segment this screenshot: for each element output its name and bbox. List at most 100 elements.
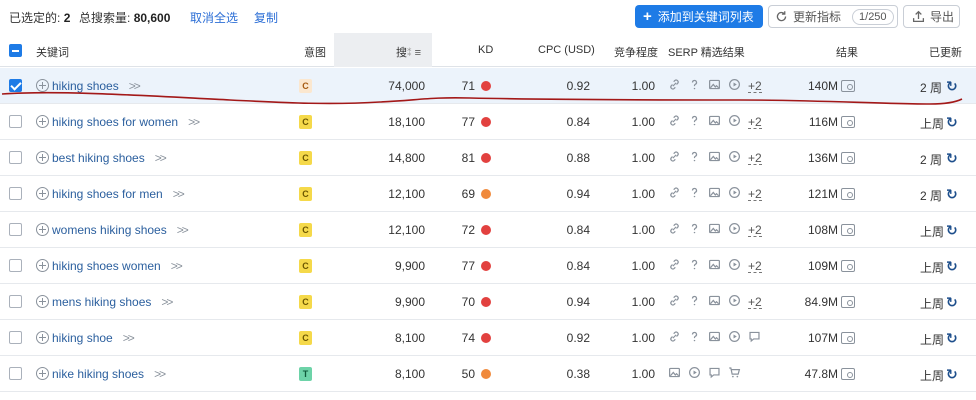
refresh-row-icon[interactable]: ↻ <box>946 114 958 131</box>
add-keyword-plus-icon[interactable] <box>36 79 49 92</box>
serp-question-icon[interactable] <box>688 186 701 202</box>
serp-more-link[interactable]: +2 <box>748 224 762 237</box>
keyword-link[interactable]: hiking shoe >> <box>52 331 135 345</box>
serp-question-icon[interactable] <box>688 258 701 274</box>
table-row[interactable]: best hiking shoes >> C 14,800 81 0.88 1.0… <box>0 140 976 176</box>
keyword-chevron-icon[interactable]: >> <box>154 367 166 381</box>
keyword-link[interactable]: nike hiking shoes >> <box>52 367 166 381</box>
serp-image-icon[interactable] <box>708 258 721 274</box>
serp-cart-icon[interactable] <box>728 366 741 382</box>
serp-question-icon[interactable] <box>688 330 701 346</box>
keyword-link[interactable]: mens hiking shoes >> <box>52 295 173 309</box>
refresh-row-icon[interactable]: ↻ <box>946 78 958 95</box>
keyword-link[interactable]: hiking shoes for women >> <box>52 115 200 129</box>
serp-review-icon[interactable] <box>748 330 761 346</box>
serp-link-icon[interactable] <box>668 150 681 166</box>
header-competition[interactable]: 竞争程度 <box>614 44 658 60</box>
serp-image-icon[interactable] <box>708 150 721 166</box>
serp-image-icon[interactable] <box>708 78 721 94</box>
serp-image-icon[interactable] <box>708 294 721 310</box>
header-kd[interactable]: KD <box>478 44 493 56</box>
serp-link-icon[interactable] <box>668 294 681 310</box>
serp-video-icon[interactable] <box>728 186 741 202</box>
view-serp-icon[interactable] <box>841 152 855 164</box>
keyword-chevron-icon[interactable]: >> <box>161 295 173 309</box>
refresh-metrics-button[interactable]: 更新指标 1/250 <box>768 5 898 28</box>
serp-link-icon[interactable] <box>668 78 681 94</box>
row-checkbox[interactable] <box>9 187 22 200</box>
table-row[interactable]: nike hiking shoes >> T 8,100 50 0.38 1.00… <box>0 356 976 392</box>
add-keyword-plus-icon[interactable] <box>36 115 49 128</box>
table-row[interactable]: womens hiking shoes >> C 12,100 72 0.84 1… <box>0 212 976 248</box>
keyword-chevron-icon[interactable]: >> <box>129 79 141 93</box>
row-checkbox[interactable] <box>9 115 22 128</box>
serp-video-icon[interactable] <box>728 258 741 274</box>
header-intent[interactable]: 意图 <box>304 44 326 60</box>
keyword-chevron-icon[interactable]: >> <box>177 223 189 237</box>
keyword-chevron-icon[interactable]: >> <box>173 187 185 201</box>
table-row[interactable]: hiking shoe >> C 8,100 74 0.92 1.00 107M … <box>0 320 976 356</box>
serp-video-icon[interactable] <box>728 330 741 346</box>
serp-more-link[interactable]: +2 <box>748 152 762 165</box>
deselect-all-link[interactable]: 取消全选 <box>190 9 238 26</box>
add-keyword-plus-icon[interactable] <box>36 331 49 344</box>
keyword-link[interactable]: best hiking shoes >> <box>52 151 167 165</box>
serp-more-link[interactable]: +2 <box>748 188 762 201</box>
serp-image-icon[interactable] <box>708 114 721 130</box>
row-checkbox[interactable] <box>9 295 22 308</box>
header-keyword[interactable]: 关键词 <box>36 44 69 60</box>
keyword-chevron-icon[interactable]: >> <box>188 115 200 129</box>
add-keyword-plus-icon[interactable] <box>36 295 49 308</box>
serp-more-link[interactable]: +2 <box>748 116 762 129</box>
serp-link-icon[interactable] <box>668 330 681 346</box>
serp-video-icon[interactable] <box>728 150 741 166</box>
serp-link-icon[interactable] <box>668 186 681 202</box>
view-serp-icon[interactable] <box>841 368 855 380</box>
serp-video-icon[interactable] <box>728 78 741 94</box>
add-keyword-plus-icon[interactable] <box>36 187 49 200</box>
refresh-row-icon[interactable]: ↻ <box>946 186 958 203</box>
keyword-chevron-icon[interactable]: >> <box>155 151 167 165</box>
table-row[interactable]: hiking shoes for men >> C 12,100 69 0.94 … <box>0 176 976 212</box>
keyword-link[interactable]: hiking shoes women >> <box>52 259 183 273</box>
serp-image-icon[interactable] <box>708 330 721 346</box>
serp-more-link[interactable]: +2 <box>748 260 762 273</box>
view-serp-icon[interactable] <box>841 296 855 308</box>
view-serp-icon[interactable] <box>841 332 855 344</box>
row-checkbox[interactable] <box>9 151 22 164</box>
serp-video-icon[interactable] <box>728 114 741 130</box>
add-keyword-plus-icon[interactable] <box>36 151 49 164</box>
header-cpc[interactable]: CPC (USD) <box>538 44 595 56</box>
serp-more-link[interactable]: +2 <box>748 80 762 93</box>
keyword-chevron-icon[interactable]: >> <box>123 331 135 345</box>
serp-video-icon[interactable] <box>728 222 741 238</box>
select-all-checkbox[interactable] <box>9 44 22 57</box>
add-keyword-plus-icon[interactable] <box>36 367 49 380</box>
header-volume[interactable]: 搜⁑ ≡ <box>396 44 421 60</box>
serp-link-icon[interactable] <box>668 222 681 238</box>
view-serp-icon[interactable] <box>841 116 855 128</box>
table-row[interactable]: hiking shoes >> C 74,000 71 0.92 1.00 +2 … <box>0 68 976 104</box>
table-row[interactable]: mens hiking shoes >> C 9,900 70 0.94 1.00… <box>0 284 976 320</box>
serp-question-icon[interactable] <box>688 78 701 94</box>
serp-question-icon[interactable] <box>688 222 701 238</box>
keyword-link[interactable]: womens hiking shoes >> <box>52 223 189 237</box>
table-row[interactable]: hiking shoes for women >> C 18,100 77 0.8… <box>0 104 976 140</box>
row-checkbox[interactable] <box>9 259 22 272</box>
view-serp-icon[interactable] <box>841 224 855 236</box>
header-updated[interactable]: 已更新 <box>929 44 962 60</box>
view-serp-icon[interactable] <box>841 80 855 92</box>
add-to-keyword-list-button[interactable]: + 添加到关键词列表 <box>635 5 763 28</box>
serp-video-icon[interactable] <box>688 366 701 382</box>
refresh-row-icon[interactable]: ↻ <box>946 294 958 311</box>
refresh-row-icon[interactable]: ↻ <box>946 258 958 275</box>
serp-question-icon[interactable] <box>688 294 701 310</box>
serp-question-icon[interactable] <box>688 114 701 130</box>
row-checkbox[interactable] <box>9 79 22 92</box>
serp-video-icon[interactable] <box>728 294 741 310</box>
serp-more-link[interactable]: +2 <box>748 296 762 309</box>
refresh-row-icon[interactable]: ↻ <box>946 330 958 347</box>
table-row[interactable]: hiking shoes women >> C 9,900 77 0.84 1.0… <box>0 248 976 284</box>
keyword-chevron-icon[interactable]: >> <box>171 259 183 273</box>
row-checkbox[interactable] <box>9 367 22 380</box>
